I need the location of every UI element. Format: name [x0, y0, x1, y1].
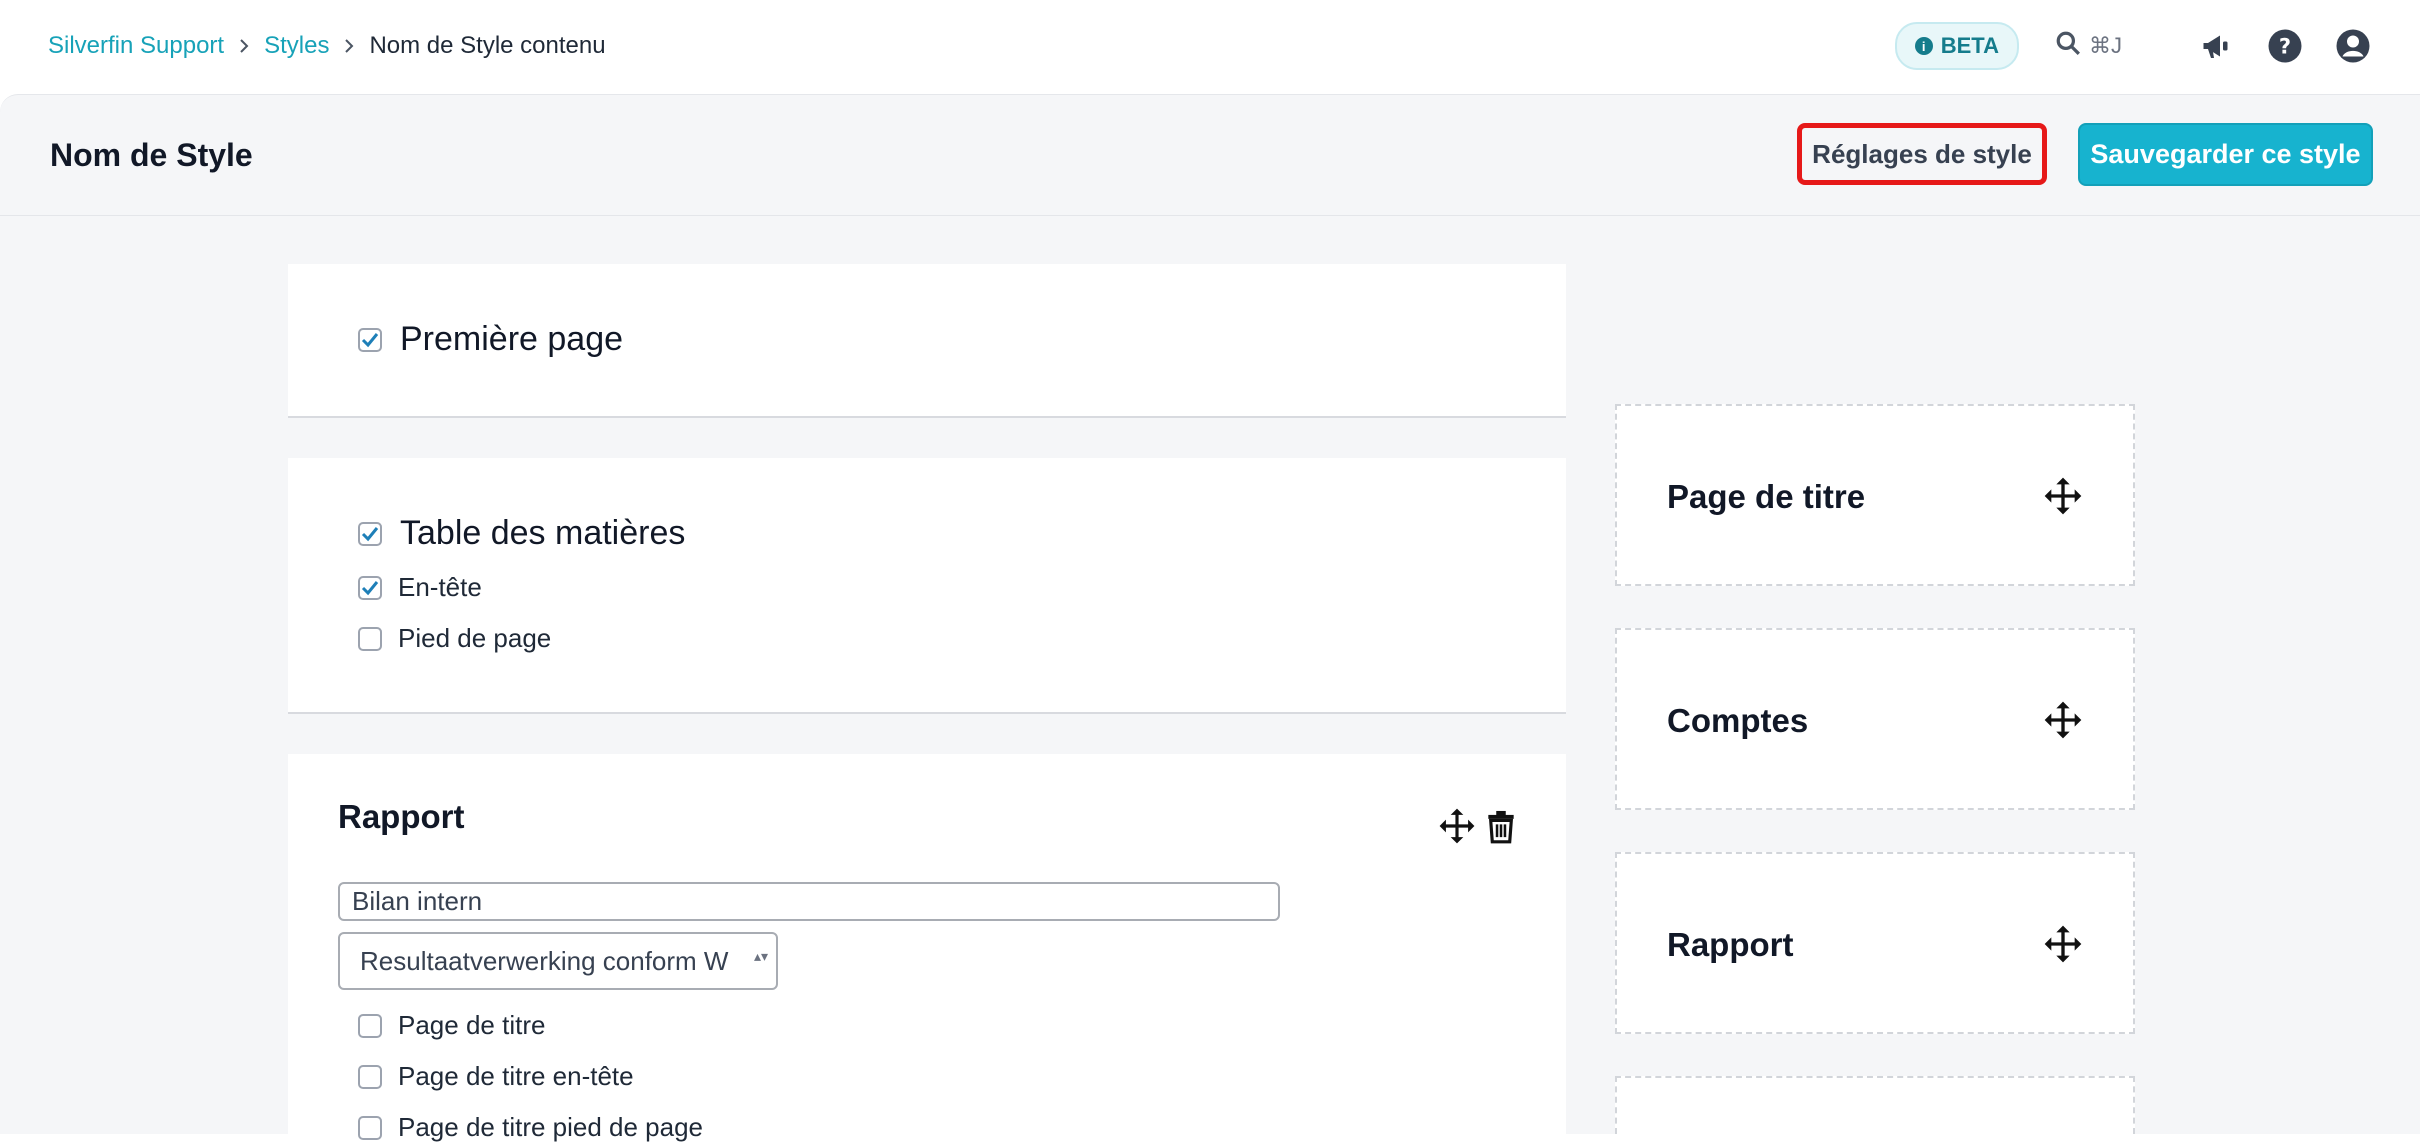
- first-page-label: Première page: [400, 320, 624, 358]
- breadcrumb-current: Nom de Style contenu: [369, 32, 606, 59]
- report-title-page-label: Page de titre: [398, 1010, 546, 1040]
- move-icon[interactable]: [1437, 806, 1477, 846]
- move-icon[interactable]: [2043, 700, 2083, 740]
- report-title-header-option[interactable]: Page de titre en-tête: [358, 1061, 634, 1092]
- report-title: Rapport: [338, 798, 465, 835]
- report-name-input[interactable]: Bilan intern: [338, 882, 1280, 921]
- beta-label: BETA: [1940, 33, 1999, 58]
- sidebar-item-accounts[interactable]: Comptes: [1615, 628, 2135, 810]
- move-icon[interactable]: [2043, 476, 2083, 516]
- checkbox-checked[interactable]: [358, 521, 382, 546]
- checkbox-unchecked[interactable]: [358, 1115, 382, 1140]
- toc-header-option[interactable]: En-tête: [358, 572, 482, 603]
- search-shortcut: ⌘J: [2089, 33, 2122, 58]
- toc-card: Table des matières En-tête Pied de page: [288, 458, 1566, 714]
- checkbox-checked[interactable]: [358, 327, 382, 352]
- first-page-card: Première page: [288, 264, 1566, 418]
- sidebar-item-label: Rapport: [1667, 926, 1794, 963]
- search-button[interactable]: ⌘J: [2055, 30, 2122, 62]
- breadcrumb-styles[interactable]: Styles: [264, 32, 329, 60]
- sidebar-item-label: Comptes: [1667, 702, 1809, 739]
- search-icon: [2055, 30, 2081, 62]
- user-icon[interactable]: [2334, 27, 2372, 65]
- svg-text:?: ?: [2279, 35, 2291, 59]
- report-title-footer-label: Page de titre pied de page: [398, 1112, 704, 1142]
- sidebar-item-partial[interactable]: [1615, 1076, 2135, 1134]
- report-title-footer-option[interactable]: Page de titre pied de page: [358, 1112, 703, 1143]
- checkbox-unchecked[interactable]: [358, 1013, 382, 1038]
- main-area: Première page Table des matières En-tête…: [0, 216, 2420, 1142]
- sidebar-item-label: Page de titre: [1667, 478, 1866, 515]
- checkbox-unchecked[interactable]: [358, 626, 382, 651]
- breadcrumb: Silverfin Support Styles Nom de Style co…: [48, 0, 606, 92]
- checkbox-checked[interactable]: [358, 575, 382, 600]
- toc-footer-option[interactable]: Pied de page: [358, 623, 551, 654]
- select-caret-icon: ▴▾: [753, 948, 768, 964]
- report-title-header-label: Page de titre en-tête: [398, 1061, 634, 1091]
- beta-badge[interactable]: i BETA: [1894, 22, 2019, 70]
- sidebar-item-report[interactable]: Rapport: [1615, 852, 2135, 1034]
- info-icon: i: [1914, 37, 1933, 55]
- chevron-right-icon: [329, 38, 369, 54]
- sidebar-item-title-page[interactable]: Page de titre: [1615, 404, 2135, 586]
- top-bar: Silverfin Support Styles Nom de Style co…: [0, 0, 2420, 92]
- save-style-button[interactable]: Sauvegarder ce style: [2078, 123, 2373, 186]
- move-icon[interactable]: [2043, 924, 2083, 964]
- style-settings-button[interactable]: Réglages de style: [1797, 123, 2047, 185]
- breadcrumb-silverfin-support[interactable]: Silverfin Support: [48, 32, 224, 60]
- first-page-option[interactable]: Première page: [358, 320, 623, 359]
- help-icon[interactable]: ?: [2266, 27, 2304, 65]
- toc-header-label: En-tête: [398, 572, 482, 602]
- toc-footer-label: Pied de page: [398, 623, 552, 653]
- megaphone-icon[interactable]: [2198, 27, 2236, 65]
- report-title-page-option[interactable]: Page de titre: [358, 1010, 545, 1041]
- top-actions: i BETA ⌘J ?: [1894, 0, 2372, 92]
- trash-icon[interactable]: [1481, 806, 1521, 846]
- page-header: Nom de Style: [0, 94, 2420, 217]
- report-template-value: Resultaatverwerking conform W: [360, 945, 729, 976]
- page-title: Nom de Style: [50, 136, 253, 173]
- report-card: Rapport Bilan intern Resultaatverwerking…: [288, 754, 1566, 1142]
- chevron-right-icon: [224, 38, 264, 54]
- checkbox-unchecked[interactable]: [358, 1064, 382, 1089]
- toc-label: Table des matières: [400, 514, 686, 552]
- toc-option[interactable]: Table des matières: [358, 514, 685, 553]
- report-template-select[interactable]: Resultaatverwerking conform W ▴▾: [338, 932, 778, 990]
